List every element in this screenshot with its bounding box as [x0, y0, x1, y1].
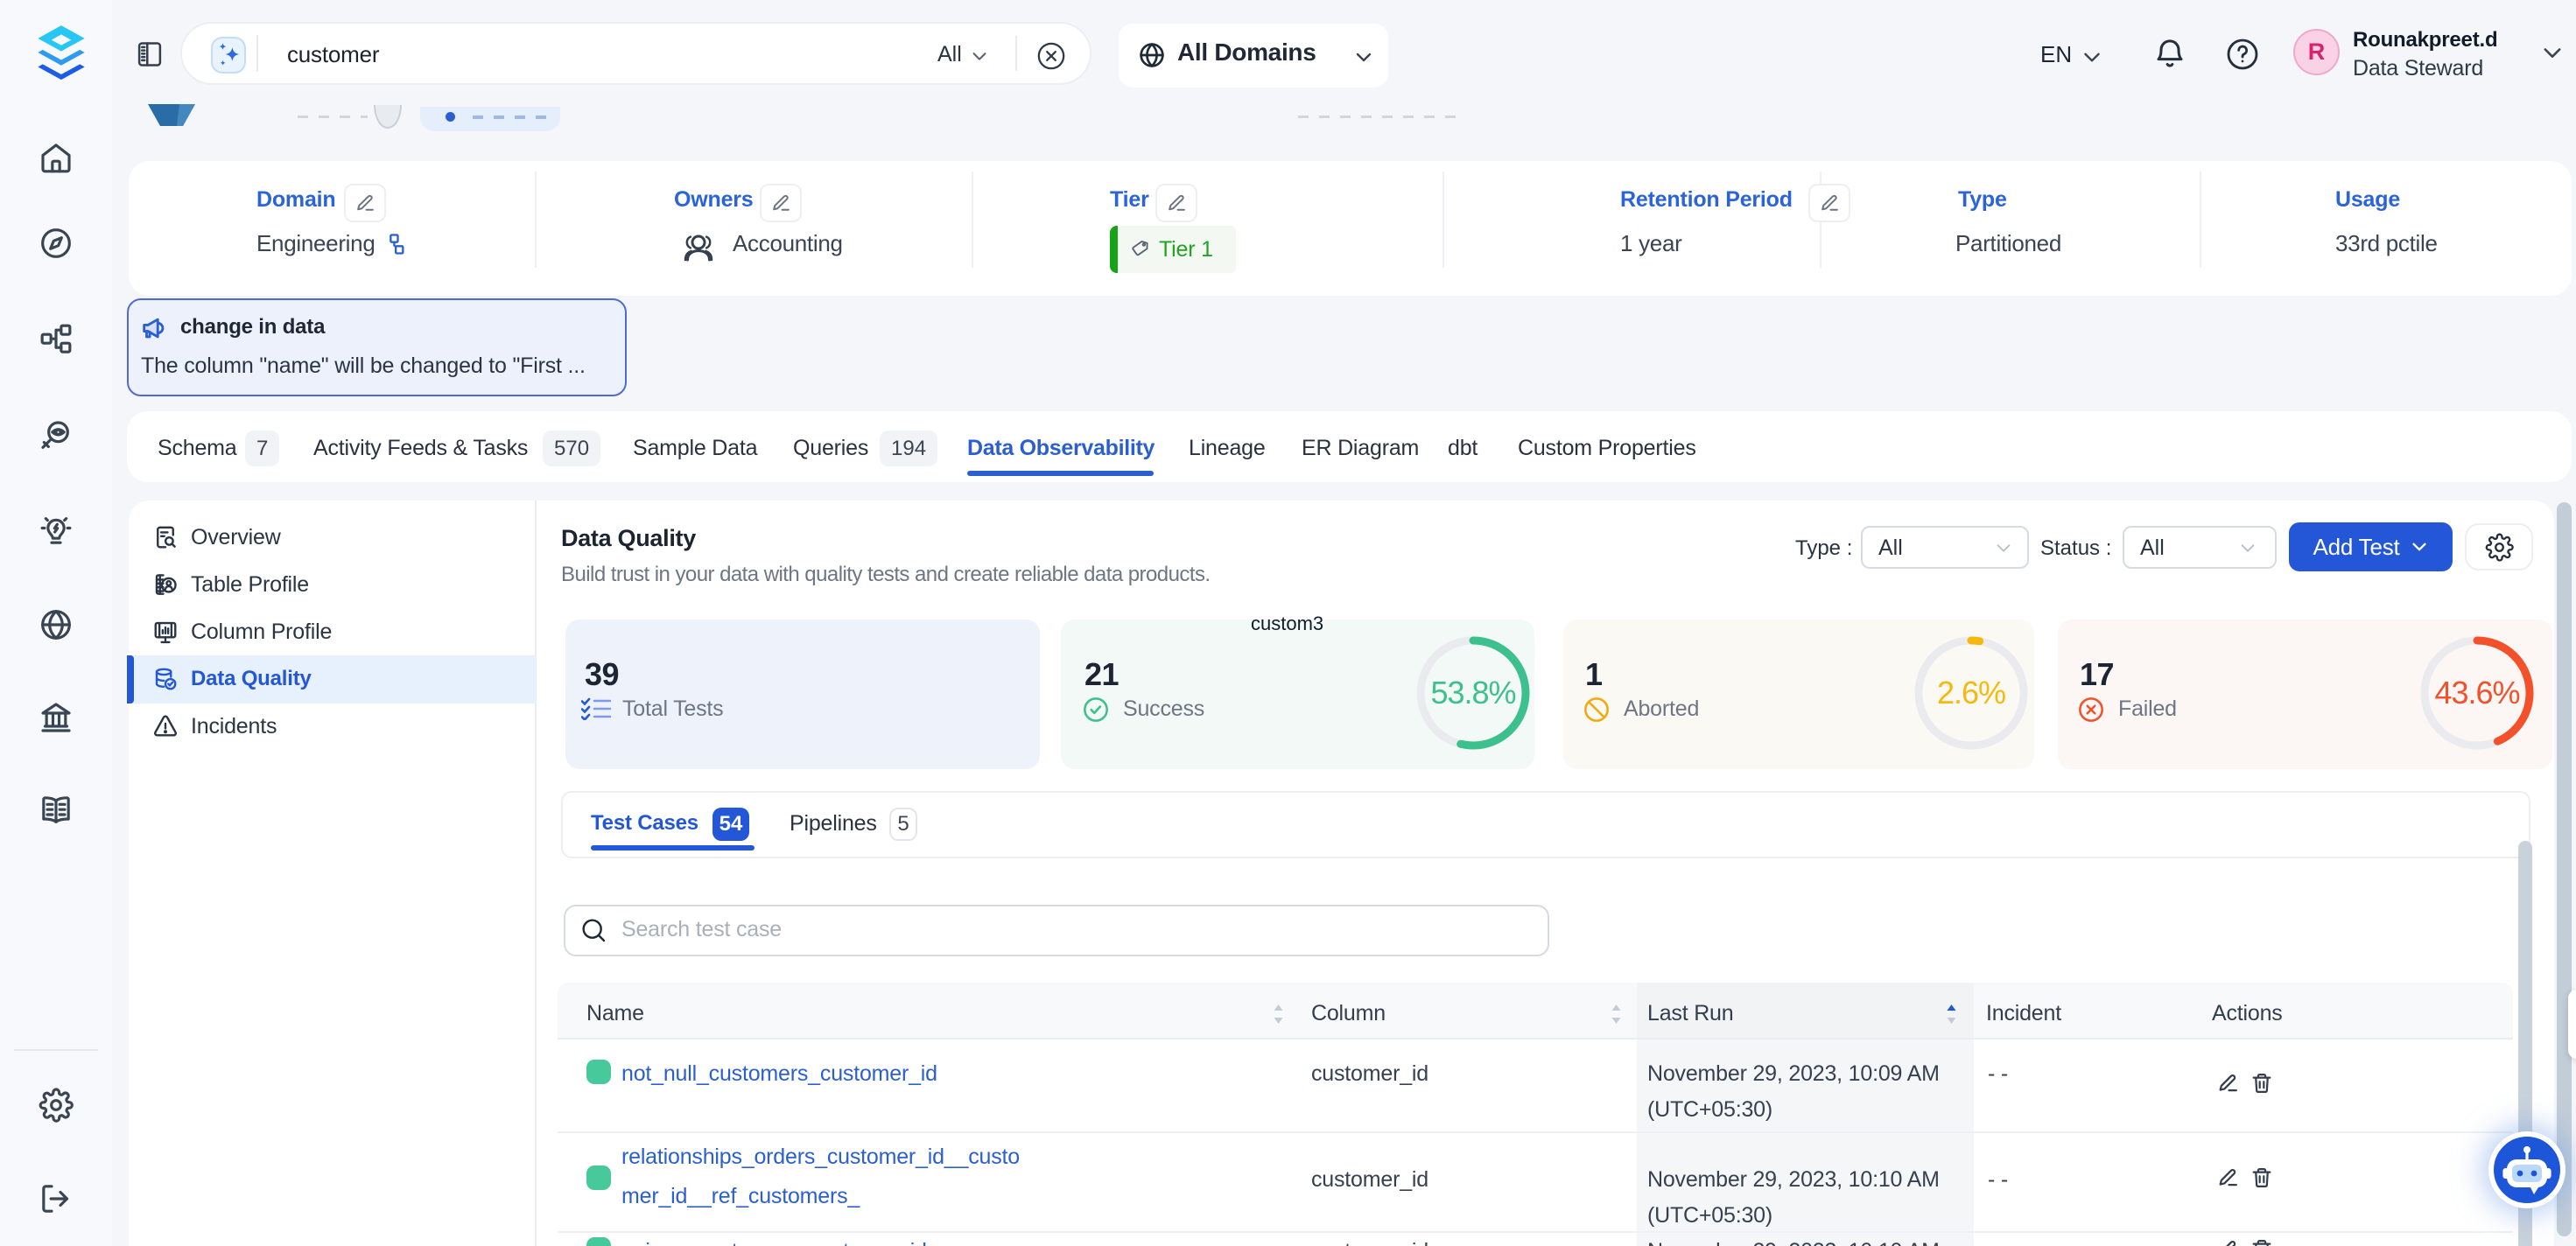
svg-text:43.6%: 43.6% — [2434, 675, 2519, 710]
svg-text:2.6%: 2.6% — [1937, 675, 2005, 710]
svg-text:53.8%: 53.8% — [1430, 675, 1515, 710]
